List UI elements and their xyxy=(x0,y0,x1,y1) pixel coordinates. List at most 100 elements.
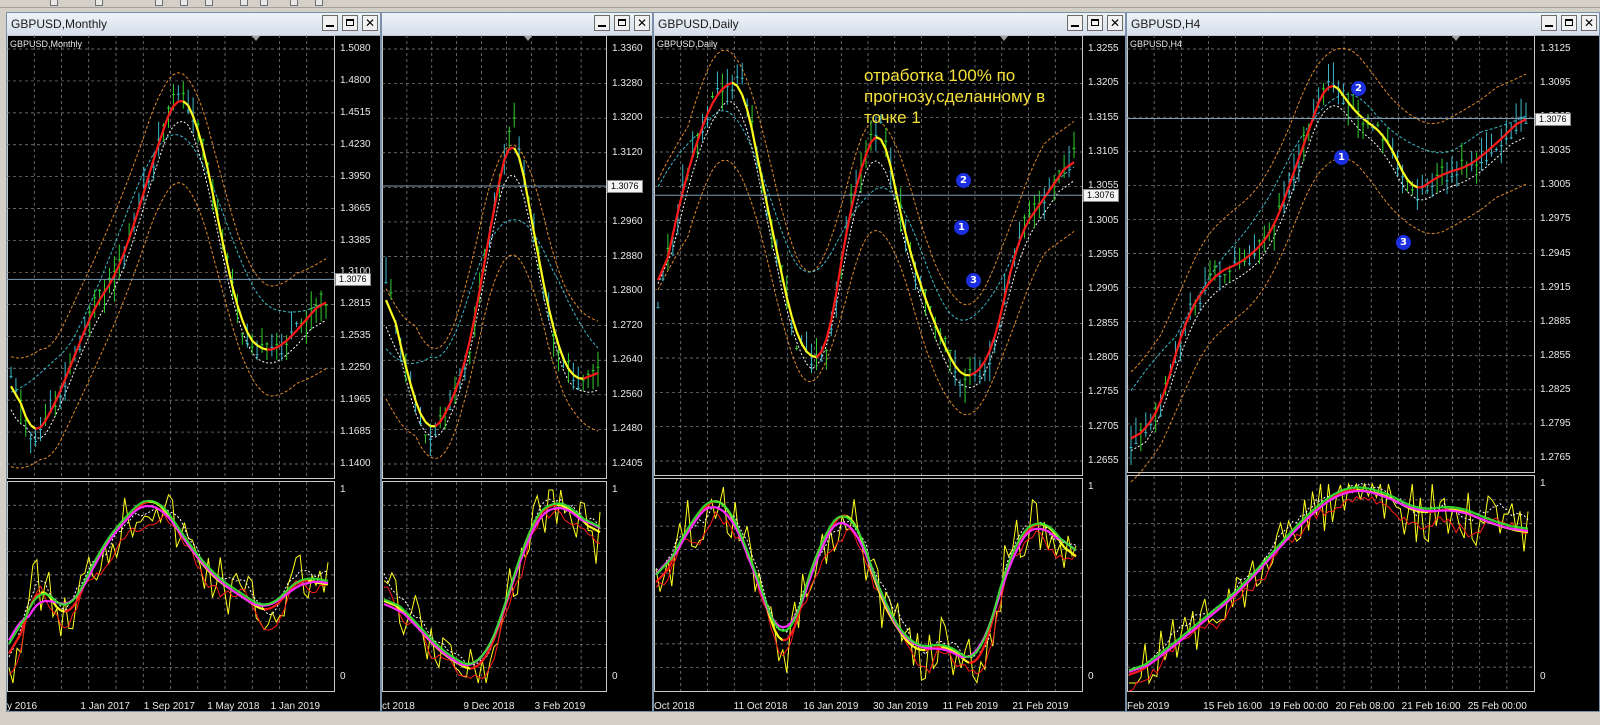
ma-falling-segment xyxy=(547,307,555,329)
toolbar-handle[interactable] xyxy=(50,0,58,6)
close-button[interactable]: ✕ xyxy=(1107,15,1123,31)
chart-window-daily[interactable]: GBPUSD,Daily ✕ GBPUSD,Daily 1.3255 1.3205 1… xyxy=(653,12,1126,712)
ma-rising-segment xyxy=(1209,276,1216,283)
oscillator-pane-frame xyxy=(654,478,1083,692)
time-axis-label: 21 Feb 2019 xyxy=(1012,701,1069,712)
time-axis-label: 21 Feb 16:00 xyxy=(1401,701,1461,712)
maximize-button[interactable] xyxy=(614,15,630,31)
ma-rising-segment xyxy=(128,223,136,239)
toolbar-handle[interactable] xyxy=(260,0,268,6)
minimize-button[interactable] xyxy=(1541,15,1557,31)
oscillator-smooth-magenta xyxy=(655,505,1077,659)
ma-rising-segment xyxy=(666,234,674,258)
toolbar-handle[interactable] xyxy=(315,0,323,6)
chart-window-weekly[interactable]: ✕ 1.33601.32801.32001.31201.30401.29601.… xyxy=(381,12,653,712)
ma-falling-segment xyxy=(399,345,407,367)
price-axis-label: 1.2975 xyxy=(1540,213,1571,225)
ma-falling-segment xyxy=(924,298,932,313)
ma-rising-segment xyxy=(1421,183,1428,189)
toolbar-handle[interactable] xyxy=(205,0,213,6)
ma-rising-segment xyxy=(1500,133,1508,140)
time-axis-label: 19 Feb 00:00 xyxy=(1269,701,1329,712)
ma-rising-segment xyxy=(118,252,126,266)
time-axis-label: 1 Jan 2019 xyxy=(270,701,321,712)
ma-falling-segment xyxy=(889,166,897,191)
oscillator-main-segment xyxy=(473,664,479,669)
ma-rising-segment xyxy=(1239,258,1246,264)
maximize-button[interactable] xyxy=(1087,15,1103,31)
ma-falling-segment xyxy=(770,227,778,252)
ma-rising-segment xyxy=(1253,245,1261,252)
window-titlebar[interactable]: GBPUSD,Daily ✕ xyxy=(654,13,1125,36)
ma-falling-segment xyxy=(261,347,268,351)
chart-shift-marker xyxy=(252,36,260,41)
ma-falling-segment xyxy=(805,350,813,357)
ma-falling-segment xyxy=(389,311,397,324)
toolbar-handle[interactable] xyxy=(240,0,248,6)
price-axis-label: 1.2535 xyxy=(340,330,371,342)
close-button[interactable]: ✕ xyxy=(634,15,650,31)
ma-falling-segment xyxy=(384,299,392,313)
toolbar-handle[interactable] xyxy=(155,0,163,6)
ma-falling-segment xyxy=(572,373,579,379)
ma-falling-segment xyxy=(929,311,937,325)
ma-rising-segment xyxy=(473,290,481,318)
ma-falling-segment xyxy=(256,344,263,350)
ma-rising-segment xyxy=(661,256,669,270)
current-price-tag: 1.3076 xyxy=(335,273,371,287)
time-axis-label: 3 Feb 2019 xyxy=(534,701,586,712)
ma-rising-segment xyxy=(295,324,303,332)
ma-rising-segment xyxy=(1441,171,1448,177)
window-titlebar[interactable]: ✕ xyxy=(382,13,652,36)
toolbar-handle[interactable] xyxy=(180,0,188,6)
minimize-button[interactable] xyxy=(594,15,610,31)
price-axis-label: 1.2800 xyxy=(612,285,643,297)
close-button[interactable]: ✕ xyxy=(362,15,378,31)
chart-window-monthly[interactable]: GBPUSD,Monthly ✕ GBPUSD,Monthly 1.5080 1.4… xyxy=(6,12,381,712)
toolbar-handle[interactable] xyxy=(95,0,103,6)
ma-rising-segment xyxy=(498,159,506,182)
close-button[interactable]: ✕ xyxy=(1581,15,1597,31)
price-axis-label: 1.3120 xyxy=(612,146,643,158)
ma-rising-segment xyxy=(1229,264,1236,269)
envelope-inner xyxy=(10,134,327,393)
time-axis-label: 1 Sep 2017 xyxy=(143,701,195,712)
ma-rising-segment xyxy=(830,293,838,321)
signal-line xyxy=(1130,105,1527,452)
minimize-button[interactable] xyxy=(1067,15,1083,31)
ma-falling-segment xyxy=(765,203,773,229)
window-titlebar[interactable]: GBPUSD,Monthly ✕ xyxy=(7,13,380,36)
chart-plot-area[interactable]: GBPUSD,Monthly 1.5080 1.4800 1.4515 1.4230 1.… xyxy=(7,35,380,712)
price-axis-label: 1.4230 xyxy=(340,138,371,150)
window-titlebar[interactable]: GBPUSD,H4 ✕ xyxy=(1127,13,1599,36)
ma-rising-segment xyxy=(478,261,486,291)
ma-falling-segment xyxy=(959,370,966,376)
oscillator-main-segment xyxy=(964,659,970,664)
ma-falling-segment xyxy=(954,365,961,373)
price-axis-label: 1.2480 xyxy=(612,423,643,435)
chart-canvas xyxy=(7,35,335,692)
chart-plot-area[interactable]: GBPUSD,Daily 1.3255 1.3205 1.3155 1.3105 1.30… xyxy=(654,35,1125,712)
oscillator-main-segment xyxy=(271,604,277,609)
chart-plot-area[interactable]: 1.33601.32801.32001.31201.30401.29601.28… xyxy=(382,35,652,712)
oscillator-raw-yellow xyxy=(383,489,601,684)
chart-plot-area[interactable]: GBPUSD,H41.31251.30951.30651.30351.30051… xyxy=(1127,35,1599,712)
time-axis-label: Oct 2018 xyxy=(654,701,695,712)
chart-window-h4[interactable]: GBPUSD,H4 ✕ GBPUSD,H41.31251.30951.30651… xyxy=(1126,12,1600,712)
maximize-button[interactable] xyxy=(1561,15,1577,31)
maximize-button[interactable] xyxy=(342,15,358,31)
price-axis-label: 1.2955 xyxy=(1088,249,1119,260)
ma-rising-segment xyxy=(1048,182,1056,192)
oscillator-main-segment xyxy=(941,645,946,649)
ma-rising-segment xyxy=(1292,157,1300,173)
oscillator-main-segment xyxy=(655,577,661,583)
oscillator-pane-frame xyxy=(7,481,335,692)
oscillator-main-segment xyxy=(259,607,265,611)
ma-rising-segment xyxy=(108,274,116,285)
current-price-tag: 1.3076 xyxy=(607,179,643,193)
minimize-button[interactable] xyxy=(322,15,338,31)
ma-rising-segment xyxy=(1043,190,1051,199)
oscillator-main-segment xyxy=(64,609,70,613)
toolbar-handle[interactable] xyxy=(290,0,298,6)
ma-rising-segment xyxy=(88,308,96,320)
